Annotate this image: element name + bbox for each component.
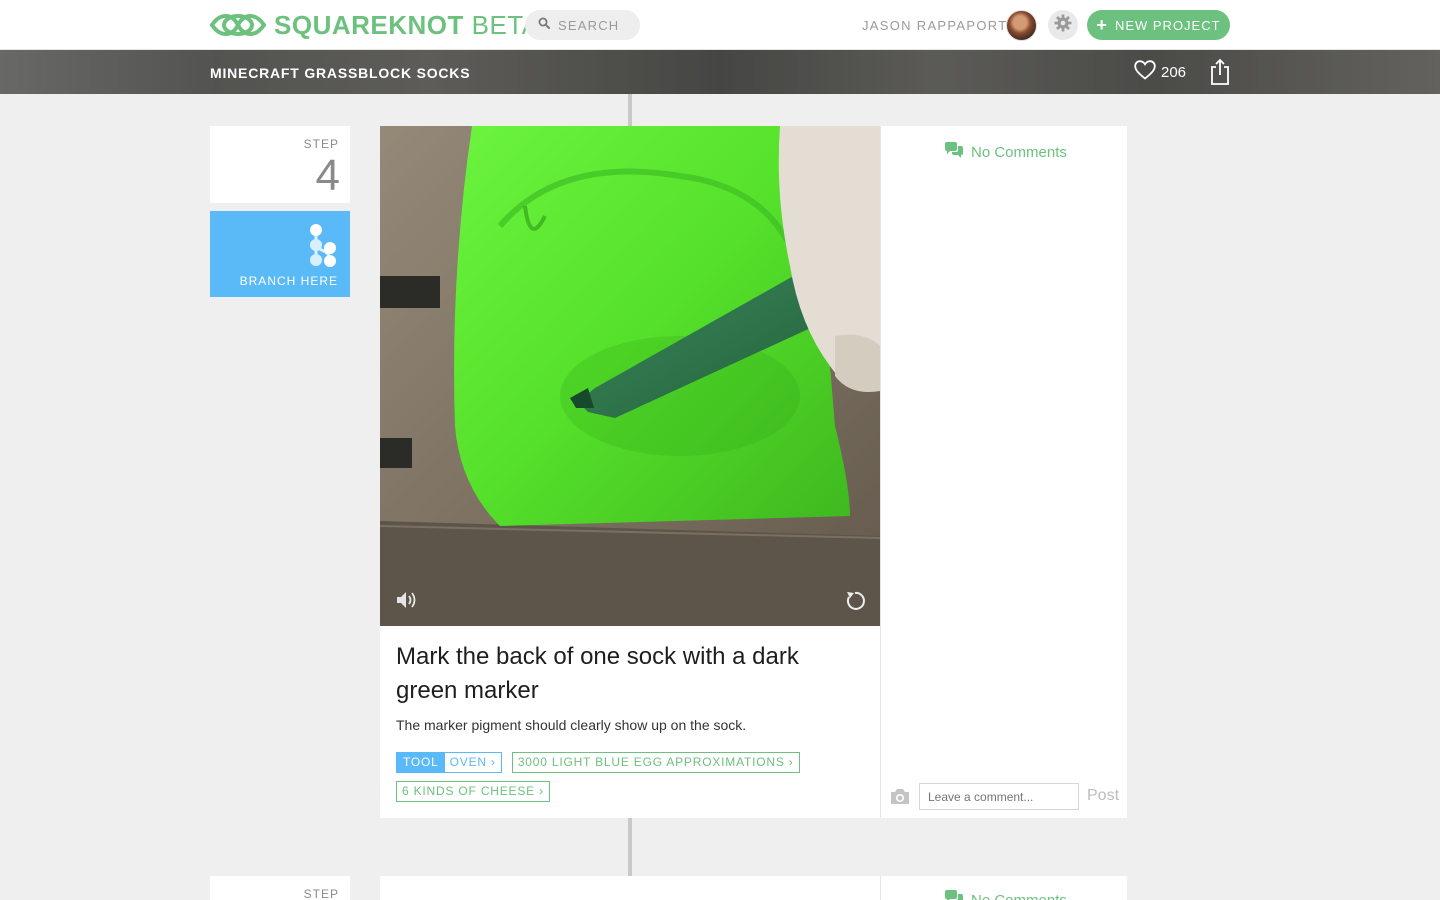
- tool-tag[interactable]: TOOL OVEN ›: [396, 752, 502, 773]
- user-name-link[interactable]: JASON RAPPAPORT: [862, 18, 1007, 33]
- step-number: 4: [315, 151, 340, 200]
- share-icon: [1209, 58, 1231, 90]
- share-button[interactable]: [1209, 58, 1231, 91]
- material-tag[interactable]: 3000 LIGHT BLUE EGG APPROXIMATIONS ›: [511, 752, 800, 773]
- comments-header[interactable]: No Comments: [944, 142, 1067, 162]
- replay-icon[interactable]: [844, 590, 866, 617]
- next-comments-panel: No Comments: [880, 876, 1127, 900]
- new-project-button[interactable]: + NEW PROJECT: [1087, 10, 1230, 40]
- project-banner: MINECRAFT GRASSBLOCK SOCKS 206: [0, 50, 1440, 94]
- chevron-right-icon: ›: [491, 755, 496, 769]
- step-label: STEP: [303, 137, 339, 151]
- next-step-label: STEP: [303, 887, 339, 900]
- post-button[interactable]: Post: [1087, 787, 1119, 805]
- branch-here-button[interactable]: BRANCH HERE: [210, 211, 350, 297]
- step-video[interactable]: [380, 126, 880, 626]
- camera-icon[interactable]: [890, 788, 910, 810]
- step-description: The marker pigment should clearly show u…: [396, 717, 747, 733]
- search-icon: [538, 16, 550, 34]
- no-comments-label: No Comments: [971, 143, 1067, 161]
- chevron-right-icon: ›: [788, 755, 794, 769]
- chevron-right-icon: ›: [539, 784, 544, 798]
- comment-input[interactable]: [919, 783, 1079, 810]
- project-title: MINECRAFT GRASSBLOCK SOCKS: [210, 65, 471, 81]
- step-photo: [380, 126, 880, 626]
- chat-bubbles-icon: [944, 142, 971, 162]
- step-title: Mark the back of one sock with a dark gr…: [396, 643, 799, 704]
- gear-icon: [1054, 14, 1072, 37]
- top-nav: SQUAREKNOT BETA SEARCH JASON RAPPAPORT +…: [0, 0, 1440, 50]
- branch-icon: [308, 223, 340, 274]
- like-button[interactable]: 206: [1134, 60, 1186, 84]
- step-indicator: STEP 4: [210, 126, 350, 203]
- search-placeholder: SEARCH: [558, 17, 620, 33]
- knot-logo-icon: [210, 9, 266, 41]
- branch-label: BRANCH HERE: [239, 274, 338, 288]
- material-tag[interactable]: 6 KINDS OF CHEESE ›: [396, 781, 550, 802]
- tool-tag-label: TOOL: [397, 753, 445, 772]
- next-no-comments-label: No Comments: [971, 891, 1067, 900]
- tag-list: TOOL OVEN › 3000 LIGHT BLUE EGG APPROXIM…: [396, 752, 866, 810]
- comments-panel: No Comments Post: [880, 126, 1127, 818]
- comment-form: Post: [881, 782, 1128, 812]
- search-input[interactable]: SEARCH: [525, 10, 640, 40]
- heart-icon: [1134, 60, 1161, 84]
- next-comments-header[interactable]: No Comments: [944, 890, 1067, 900]
- tool-tag-value: OVEN ›: [449, 755, 496, 769]
- chat-bubbles-icon: [944, 890, 971, 900]
- like-count: 206: [1161, 63, 1187, 81]
- new-project-label: NEW PROJECT: [1114, 17, 1221, 33]
- plus-icon: +: [1096, 15, 1108, 35]
- volume-icon[interactable]: [395, 590, 419, 615]
- step-card: Mark the back of one sock with a dark gr…: [380, 126, 1127, 818]
- next-step-indicator: STEP: [210, 876, 350, 900]
- brand-name: SQUAREKNOT BETA: [274, 10, 540, 40]
- next-step-card: No Comments: [380, 876, 1127, 900]
- settings-button[interactable]: [1048, 10, 1078, 40]
- avatar[interactable]: [1006, 10, 1037, 41]
- logo[interactable]: SQUAREKNOT BETA: [210, 9, 540, 41]
